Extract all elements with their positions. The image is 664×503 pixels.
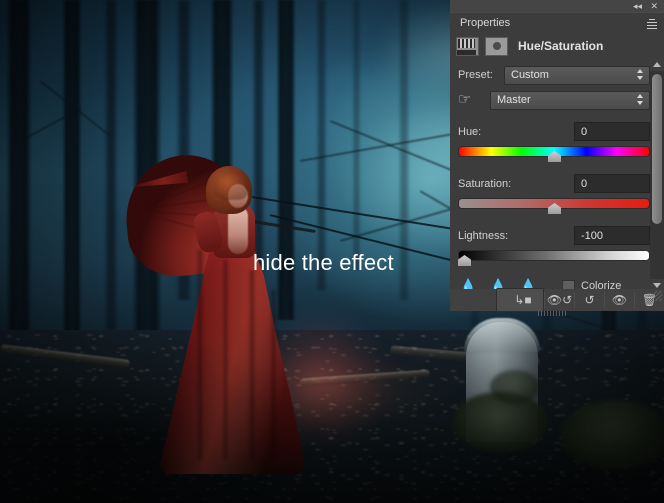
footer-spacer: [450, 289, 496, 311]
hue-value-input[interactable]: 0: [574, 122, 650, 141]
reset-icon[interactable]: ↺: [575, 289, 604, 311]
adjustment-thumbnail-icon[interactable]: [456, 36, 479, 56]
lightness-value-input[interactable]: -100: [574, 226, 650, 245]
resize-grip-icon[interactable]: [652, 291, 662, 301]
saturation-slider[interactable]: [458, 198, 650, 214]
chevron-updown-icon: [637, 93, 644, 106]
channel-value: Master: [497, 94, 531, 106]
saturation-value-input[interactable]: 0: [574, 174, 650, 193]
toggle-layer-visibility-icon[interactable]: 👁: [605, 289, 634, 311]
tree-trunk: [6, 0, 32, 360]
adjustment-header: Hue/Saturation: [450, 32, 664, 58]
clip-to-layer-icon[interactable]: ↳■: [496, 288, 544, 312]
dress-fold: [270, 290, 277, 460]
panel-scrollbar[interactable]: [650, 58, 664, 292]
panel-titlebar: ◂◂ ✕: [450, 0, 664, 12]
foliage-bush: [560, 400, 664, 470]
hue-row: Hue: 0: [458, 122, 650, 141]
tree-trunk: [62, 0, 82, 350]
hue-slider[interactable]: [458, 146, 650, 162]
preset-dropdown[interactable]: Custom: [504, 65, 650, 85]
preset-label: Preset:: [458, 69, 493, 81]
chevron-updown-icon: [637, 68, 644, 81]
dress-fold: [248, 270, 256, 460]
tree-trunk: [104, 0, 118, 330]
hue-label: Hue:: [458, 125, 482, 138]
toggle-previous-state-icon[interactable]: 👁↺: [545, 289, 574, 311]
caption-text: hide the effect: [253, 250, 394, 275]
foliage-bush: [490, 370, 540, 404]
saturation-label: Saturation:: [458, 177, 512, 190]
scroll-up-arrow-icon[interactable]: [650, 58, 664, 71]
panel-body: Preset: Custom ☞ Master Hue: 0 Saturatio…: [450, 58, 664, 294]
channel-dropdown[interactable]: Master: [490, 90, 650, 110]
close-panel-icon[interactable]: ✕: [650, 1, 658, 11]
lightness-row: Lightness: -100: [458, 226, 650, 245]
lightness-gradient-track: [458, 250, 650, 261]
dress-fold: [222, 260, 229, 460]
photoshop-window: hide the effect ◂◂ ✕ Properties Hue/Satu…: [0, 0, 664, 503]
lightness-slider[interactable]: [458, 250, 650, 266]
panel-footer-toolbar: ↳■ 👁↺ ↺ 👁 🗑: [450, 288, 664, 316]
targeted-adjustment-hand-icon[interactable]: ☞: [458, 90, 480, 110]
panel-tab-row: Properties: [450, 12, 664, 32]
tab-row-filler: [520, 12, 664, 32]
layer-mask-icon[interactable]: [485, 36, 508, 56]
tree-trunk: [352, 0, 361, 270]
preset-value: Custom: [511, 69, 549, 81]
lightness-label: Lightness:: [458, 229, 509, 242]
saturation-row: Saturation: 0: [458, 174, 650, 193]
panel-menu-icon[interactable]: [645, 17, 659, 29]
woman-hair-top: [214, 174, 248, 200]
panel-drag-gripper[interactable]: [538, 311, 568, 316]
tree-trunk: [316, 0, 327, 290]
collapse-panel-icon[interactable]: ◂◂: [633, 1, 642, 11]
properties-panel: ◂◂ ✕ Properties Hue/Saturation Preset: C…: [450, 0, 664, 316]
scrollbar-thumb[interactable]: [652, 74, 662, 224]
channel-row: ☞ Master: [458, 88, 650, 112]
dress-fold: [196, 250, 204, 460]
tab-properties[interactable]: Properties: [450, 12, 521, 32]
preset-row: Preset: Custom: [458, 64, 650, 86]
adjustment-title: Hue/Saturation: [518, 39, 604, 53]
